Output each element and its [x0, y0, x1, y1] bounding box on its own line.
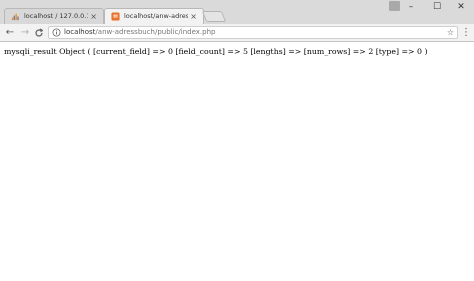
tab-close-icon[interactable]: ×	[90, 11, 97, 22]
maximize-button[interactable]: ☐	[424, 0, 450, 14]
tab-adressbuch[interactable]: localhost/anw-adressbuch ×	[104, 8, 204, 24]
tab-close-icon[interactable]: ×	[190, 11, 197, 22]
browser-menu-icon[interactable]: ⋮	[461, 27, 471, 39]
back-button[interactable]: ←	[3, 26, 17, 40]
url-path: /anw-adressbuch/public/index.php	[95, 28, 216, 36]
reload-icon	[35, 28, 44, 37]
browser-toolbar: ← → localhost/anw-adressbuch/public/inde…	[0, 24, 474, 42]
tab-title: localhost/anw-adressbuch	[124, 12, 188, 20]
tab-title: localhost / 127.0.0.1 / a	[24, 12, 88, 20]
close-window-button[interactable]: ✕	[448, 0, 474, 14]
phpmyadmin-icon	[11, 13, 19, 21]
browser-titlebar: localhost / 127.0.0.1 / a × localhost/an…	[0, 0, 474, 24]
address-bar[interactable]: localhost/anw-adressbuch/public/index.ph…	[48, 26, 458, 39]
php-output-text: mysqli_result Object ( [current_field] =…	[4, 47, 428, 56]
forward-button[interactable]: →	[18, 26, 32, 40]
info-icon[interactable]	[52, 28, 61, 37]
tab-phpmyadmin[interactable]: localhost / 127.0.0.1 / a ×	[4, 8, 104, 24]
page-content: mysqli_result Object ( [current_field] =…	[0, 43, 474, 281]
minimize-button[interactable]: –	[398, 0, 424, 14]
bookmark-star-icon[interactable]: ☆	[447, 27, 454, 38]
url-text: localhost/anw-adressbuch/public/index.ph…	[64, 27, 215, 38]
reload-button[interactable]	[32, 26, 46, 40]
orange-page-icon	[111, 12, 120, 21]
new-tab-button[interactable]	[201, 11, 227, 22]
url-host: localhost	[64, 28, 96, 36]
